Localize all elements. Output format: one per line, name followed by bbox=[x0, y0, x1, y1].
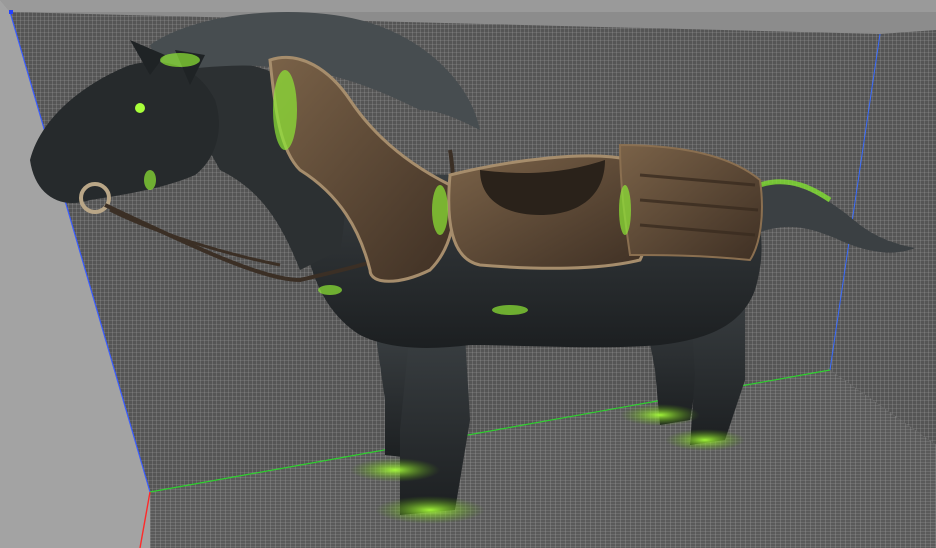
hoof-glow-front-far bbox=[350, 458, 440, 482]
hoof-glow-rear-far bbox=[620, 404, 700, 426]
ceiling-wall bbox=[0, 0, 936, 12]
axis-origin-marker bbox=[9, 10, 13, 14]
hoof-glow-front-near bbox=[375, 496, 485, 524]
3d-viewport[interactable] bbox=[0, 0, 936, 548]
hoof-glow-rear-near bbox=[665, 429, 745, 451]
horse-eye bbox=[135, 103, 145, 113]
